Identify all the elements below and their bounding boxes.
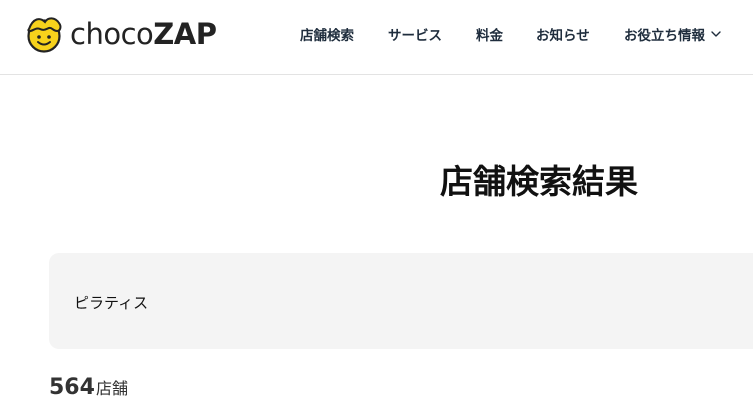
nav-pricing-label: 料金 [476, 28, 503, 44]
site-header: chocoZAP 店舗検索 サービス 料金 お知らせ お役立ち情報 [0, 0, 753, 75]
nav-pricing[interactable]: 料金 [476, 24, 503, 44]
result-count-number: 564 [49, 375, 95, 400]
nav-service[interactable]: サービス [388, 24, 442, 44]
nav-useful-info[interactable]: お役立ち情報 [624, 24, 721, 44]
logo-wordmark: chocoZAP [70, 16, 217, 51]
nav-service-label: サービス [388, 28, 442, 44]
result-count: 564 店舗 [49, 375, 128, 400]
logo-text-choco: choco [70, 16, 154, 51]
chocozap-mascot-icon [27, 17, 62, 53]
chocozap-logo[interactable]: chocoZAP [24, 14, 217, 54]
nav-news[interactable]: お知らせ [536, 24, 590, 44]
logo-text-zap: ZAP [153, 16, 217, 51]
search-term: ピラティス [74, 294, 149, 312]
chevron-down-icon [711, 30, 721, 37]
nav-store-search-label: 店舗検索 [300, 28, 354, 44]
search-condition-box: ピラティス [49, 253, 753, 349]
nav-useful-info-label: お役立ち情報 [624, 28, 705, 44]
nav-store-search[interactable]: 店舗検索 [300, 24, 354, 44]
result-count-unit: 店舗 [95, 379, 128, 398]
nav-news-label: お知らせ [536, 28, 590, 44]
page-title: 店舗検索結果 [440, 162, 638, 201]
